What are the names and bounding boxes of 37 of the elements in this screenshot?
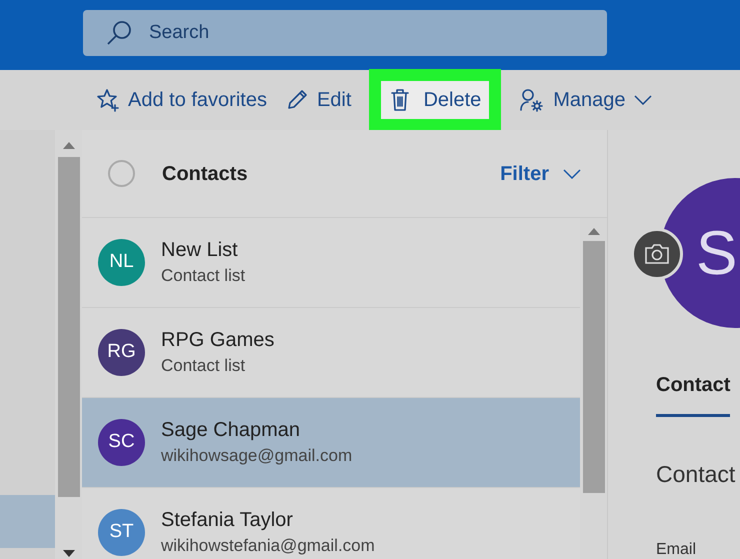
section-heading: Contact [656,460,736,489]
contact-avatar: RG [98,329,145,376]
scrollbar-thumb[interactable] [58,157,80,497]
star-icon [96,88,120,112]
contact-name: RPG Games [161,328,274,352]
favorites-button[interactable]: Add to favorites [96,80,267,120]
contact-detail: Contact list [161,264,246,286]
select-all-checkbox[interactable] [108,160,135,187]
chevron-down-icon [563,168,581,178]
contact-name: Stefania Taylor [161,508,294,532]
scroll-up-icon[interactable] [588,228,600,235]
scroll-down-icon[interactable] [62,550,74,557]
contact-avatar: SC [98,419,145,466]
contact-detail: Contact list [161,354,246,376]
contact-avatar: NL [98,239,145,286]
contact-name: Sage Chapman [161,418,301,442]
trash-icon [389,88,412,112]
scroll-up-icon[interactable] [62,142,74,149]
search-field[interactable]: Search [83,10,607,56]
contact-row[interactable]: ST Stefania Taylor wikihowstefania@gmail.com [82,488,580,559]
delete-button[interactable]: Delete [369,69,502,131]
edit-button[interactable]: Edit [284,80,352,120]
contact-avatar: ST [98,509,145,556]
contact-name: New List [161,238,239,262]
manage-button[interactable]: Manage [519,80,652,120]
contact-row[interactable]: SC Sage Chapman wikihowsage@gmail.com [82,398,580,488]
list-title: Contacts [162,162,248,186]
contact-detail: wikihowsage@gmail.com [161,444,352,466]
search-icon [105,19,133,47]
camera-icon [644,243,670,265]
field-label: Email [656,540,698,559]
filter-button[interactable]: Filter [500,158,581,188]
person-gear-icon [519,88,546,112]
scrollbar-thumb[interactable] [582,241,604,493]
contact-row[interactable]: NL New List Contact list [82,218,580,308]
contact-detail: wikihowstefania@gmail.com [161,534,375,556]
detail-tab[interactable]: Contact [656,370,730,417]
